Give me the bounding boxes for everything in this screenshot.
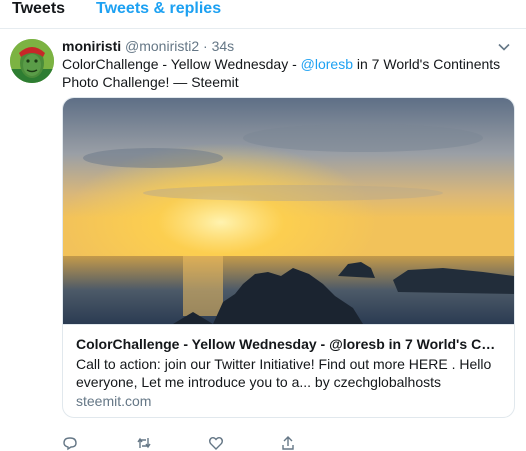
chevron-down-icon[interactable]: [496, 39, 512, 55]
tweet-header: moniristi @moniristi2 · 34s: [62, 37, 234, 55]
link-card[interactable]: ColorChallenge - Yellow Wednesday - @lor…: [62, 97, 515, 418]
card-title[interactable]: ColorChallenge - Yellow Wednesday - @lor…: [76, 335, 502, 353]
card-description: Call to action: join our Twitter Initiat…: [76, 356, 492, 390]
card-body[interactable]: ColorChallenge - Yellow Wednesday - @lor…: [63, 324, 514, 417]
share-icon[interactable]: [280, 435, 296, 451]
tweet-text: ColorChallenge - Yellow Wednesday - @lor…: [62, 55, 514, 91]
screen-name[interactable]: @moniristi2: [125, 38, 199, 54]
retweet-icon[interactable]: [136, 435, 152, 451]
like-icon[interactable]: [208, 435, 224, 451]
reply-icon[interactable]: [62, 435, 78, 451]
tweet-actions: [62, 435, 514, 451]
timestamp[interactable]: 34s: [212, 38, 235, 54]
profile-tabs: Tweets Tweets & replies: [0, 0, 526, 29]
separator: ·: [203, 38, 208, 54]
tweet-text-start: ColorChallenge - Yellow Wednesday -: [62, 56, 301, 72]
tab-tweets[interactable]: Tweets: [12, 0, 65, 20]
tab-tweets-and-replies[interactable]: Tweets & replies: [96, 0, 221, 20]
card-image[interactable]: [63, 98, 514, 324]
tweet[interactable]: moniristi @moniristi2 · 34s ColorChallen…: [0, 29, 526, 451]
avatar[interactable]: [10, 39, 54, 83]
mention-link[interactable]: @loresb: [301, 56, 353, 72]
fullname[interactable]: moniristi: [62, 38, 121, 54]
card-domain: steemit.com: [76, 393, 152, 409]
